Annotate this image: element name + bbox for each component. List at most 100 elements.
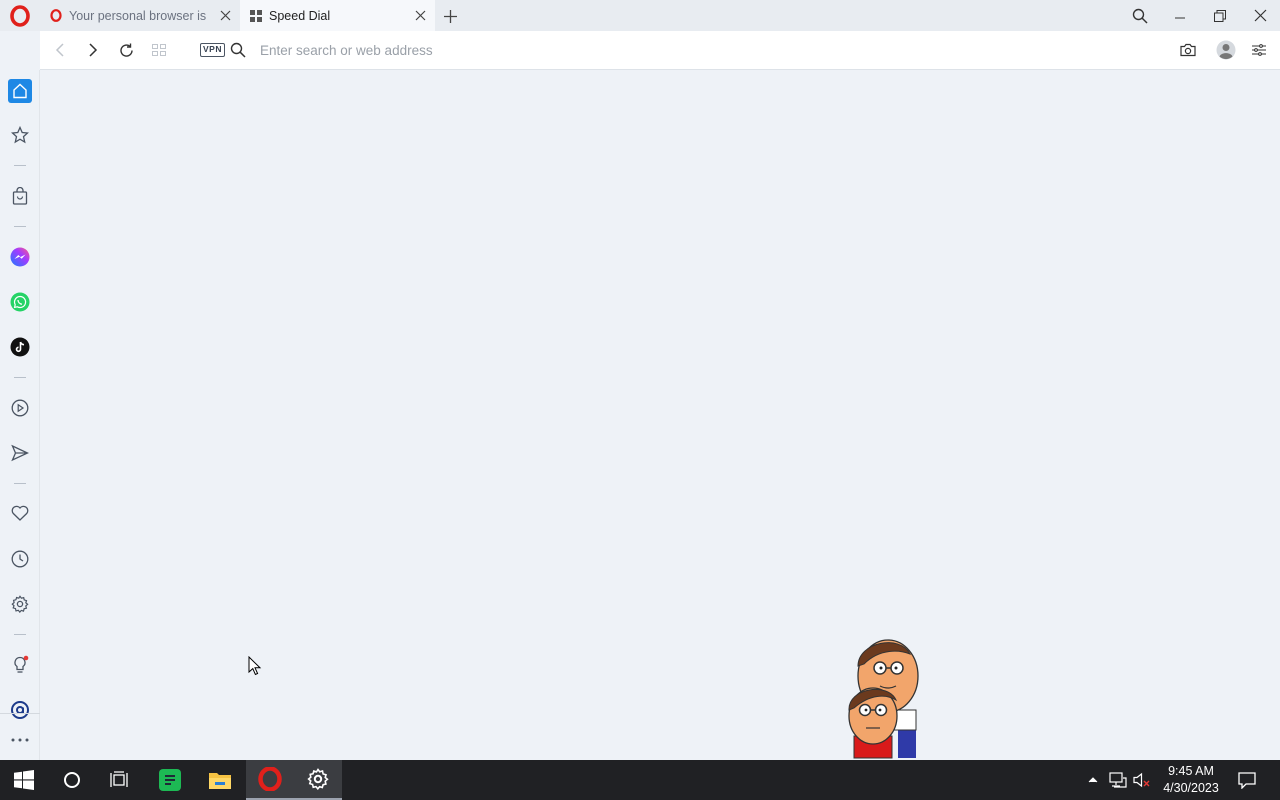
sidebar-item-settings[interactable]	[8, 592, 32, 616]
tab-title: Your personal browser is	[69, 8, 207, 23]
opera-logo-icon	[10, 4, 30, 27]
windows-taskbar: 9:45 AM 4/30/2023	[0, 760, 1280, 800]
sidebar-separator	[14, 226, 26, 227]
tab-strip: Your personal browser is Speed Dial	[0, 0, 1280, 31]
messenger-icon	[10, 247, 30, 267]
opera-icon	[258, 767, 282, 791]
spotify-icon	[159, 769, 181, 791]
opera-menu-button[interactable]	[0, 0, 40, 31]
close-tab-icon[interactable]	[212, 3, 238, 29]
search-icon	[1132, 8, 1148, 24]
volume-muted-icon	[1133, 772, 1150, 788]
clock-date: 4/30/2023	[1163, 781, 1219, 795]
forward-arrow-icon	[89, 43, 98, 57]
sidebar-item-tiktok[interactable]	[8, 335, 32, 359]
close-window-button[interactable]	[1240, 0, 1280, 31]
address-bar: VPN	[40, 31, 1280, 70]
show-hidden-icons-button[interactable]	[1083, 760, 1103, 800]
grid-icon	[152, 44, 166, 56]
cortana-search-button[interactable]	[48, 760, 96, 800]
tab-speed-dial[interactable]: Speed Dial	[240, 0, 435, 31]
file-explorer-icon	[209, 773, 231, 789]
speed-dial-page	[40, 70, 1280, 760]
sidebar-item-home[interactable]	[8, 79, 32, 103]
sidebar-item-messenger[interactable]	[8, 245, 32, 269]
minimize-button[interactable]	[1160, 0, 1200, 31]
profile-button[interactable]	[1213, 37, 1239, 63]
sidebar-item-tips[interactable]	[8, 653, 32, 677]
more-dots-icon	[11, 738, 29, 742]
network-status-button[interactable]	[1106, 760, 1130, 800]
close-tab-icon[interactable]	[407, 3, 433, 29]
cortana-search-icon	[64, 772, 80, 788]
taskbar-app-settings[interactable]	[294, 760, 342, 800]
minimize-icon	[1175, 17, 1185, 18]
chevron-up-icon	[1088, 777, 1098, 783]
aria-icon	[11, 701, 29, 719]
windows-start-icon	[14, 770, 34, 790]
taskbar-app-opera[interactable]	[246, 760, 294, 800]
whatsapp-icon	[10, 292, 30, 312]
player-icon	[11, 399, 29, 417]
settings-sliders-icon	[1252, 44, 1266, 56]
sidebar-item-flow[interactable]	[8, 441, 32, 465]
history-clock-icon	[11, 550, 29, 568]
windows-start-button[interactable]	[0, 760, 48, 800]
sidebar-separator	[14, 165, 26, 166]
send-icon	[11, 444, 29, 462]
sidebar	[0, 70, 40, 760]
bookmarks-icon	[11, 126, 29, 144]
search-icon	[230, 42, 246, 58]
taskbar-app-file-explorer[interactable]	[196, 760, 244, 800]
sidebar-item-bookmarks[interactable]	[8, 123, 32, 147]
taskbar-app-spotify[interactable]	[146, 760, 194, 800]
vpn-badge[interactable]: VPN	[200, 43, 225, 57]
sidebar-separator	[14, 483, 26, 484]
clock-time: 9:45 AM	[1168, 764, 1214, 778]
screen: Your personal browser is Speed Dial VPN …	[0, 0, 1280, 800]
user-avatar-icon	[1216, 40, 1236, 60]
back-button[interactable]	[47, 37, 73, 63]
tab-title: Speed Dial	[269, 8, 331, 23]
sidebar-item-player[interactable]	[8, 396, 32, 420]
sidebar-item-history[interactable]	[8, 547, 32, 571]
tiktok-icon	[10, 337, 30, 357]
mouse-cursor-icon	[248, 656, 262, 676]
forward-button[interactable]	[80, 37, 106, 63]
tab-search-button[interactable]	[1120, 0, 1160, 31]
speed-dial-button[interactable]	[146, 37, 172, 63]
restore-button[interactable]	[1200, 0, 1240, 31]
close-icon	[1254, 9, 1266, 22]
opera-favicon-icon	[49, 9, 63, 23]
sidebar-separator	[14, 377, 26, 378]
new-tab-button[interactable]	[437, 3, 463, 29]
network-icon	[1109, 772, 1127, 788]
reload-button[interactable]	[113, 37, 139, 63]
restore-icon	[1214, 9, 1226, 22]
cartoon-characters-illustration	[848, 639, 919, 759]
easy-setup-button[interactable]	[1246, 37, 1272, 63]
taskbar-clock[interactable]: 9:45 AM 4/30/2023	[1152, 763, 1230, 797]
action-center-button[interactable]	[1232, 760, 1262, 800]
sidebar-item-whatsapp[interactable]	[8, 290, 32, 314]
snapshot-button[interactable]	[1175, 37, 1201, 63]
home-icon	[13, 83, 27, 99]
sidebar-item-shopping[interactable]	[8, 184, 32, 208]
shopping-bag-icon	[12, 187, 28, 205]
task-view-button[interactable]	[96, 760, 144, 800]
sidebar-separator	[0, 713, 40, 714]
tab-personal-browser[interactable]: Your personal browser is	[40, 0, 240, 31]
reload-icon	[119, 43, 133, 57]
lightbulb-icon	[14, 655, 29, 673]
sidebar-more-button[interactable]	[8, 728, 32, 752]
sidebar-item-aria[interactable]	[8, 698, 32, 722]
back-arrow-icon	[55, 43, 64, 57]
speed-dial-grid-icon	[249, 9, 263, 23]
sidebar-separator	[14, 634, 26, 635]
address-input[interactable]	[260, 39, 1060, 61]
plus-icon	[443, 9, 457, 23]
sidebar-item-pinboards[interactable]	[8, 501, 32, 525]
task-view-icon	[110, 771, 128, 787]
volume-button[interactable]	[1130, 760, 1154, 800]
settings-icon	[307, 768, 329, 790]
